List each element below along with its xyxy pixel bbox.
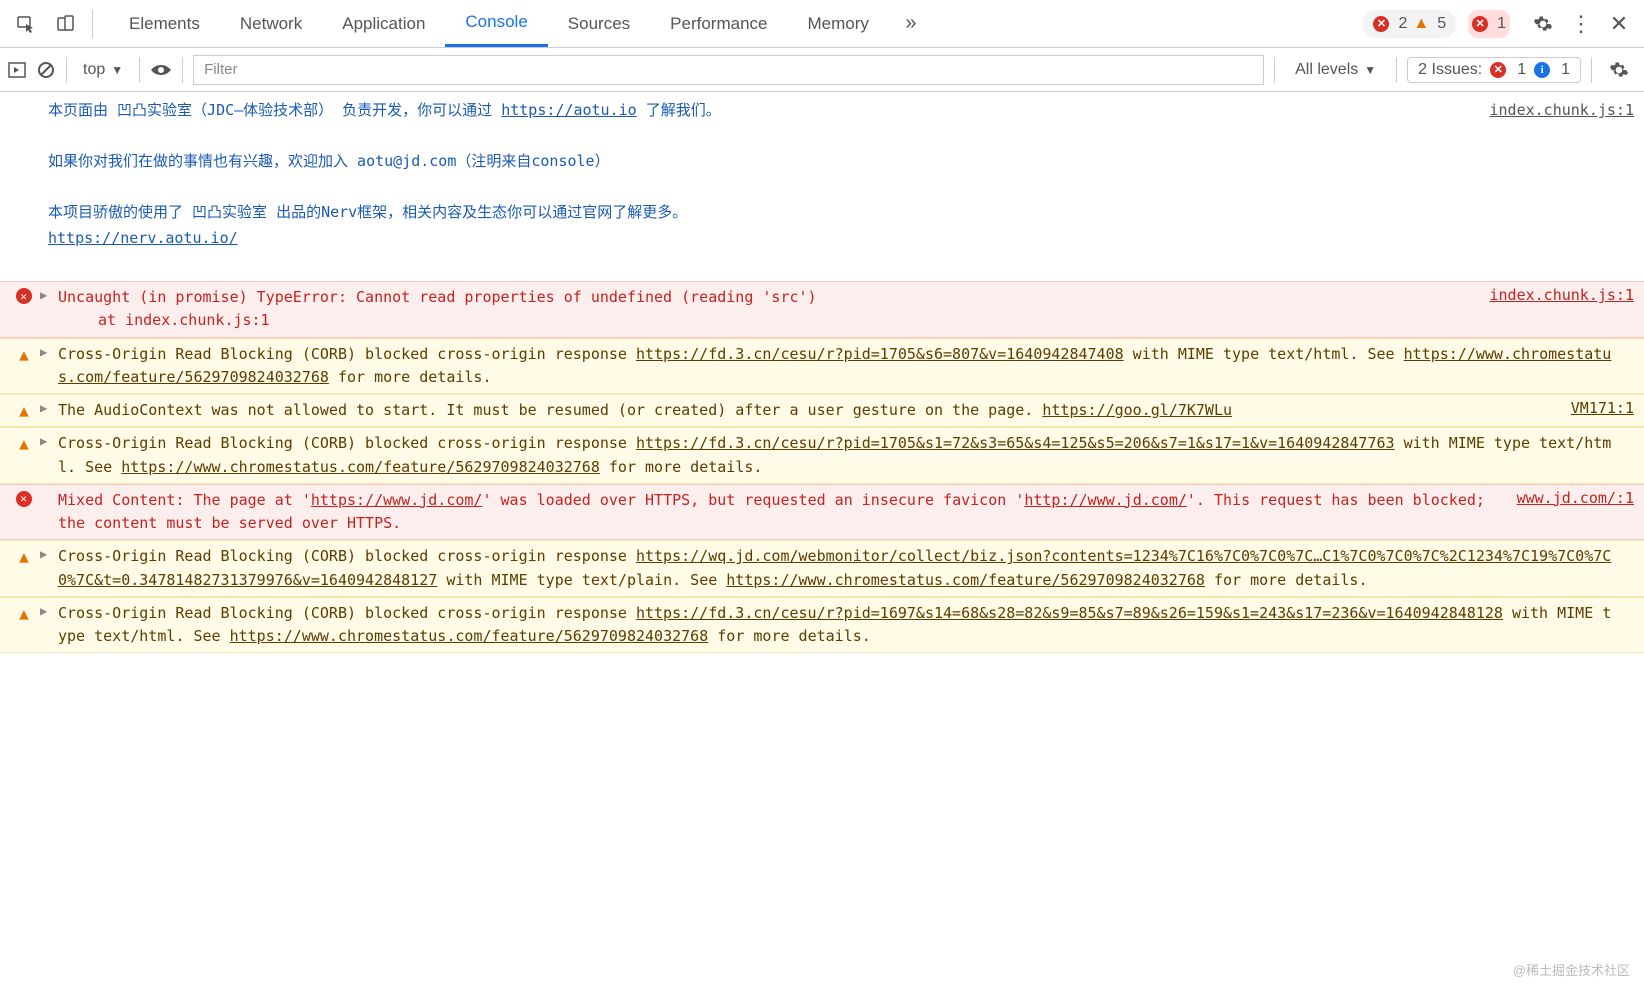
console-message: ✕▶Uncaught (in promise) TypeError: Canno… <box>0 281 1644 338</box>
watermark: @稀土掘金技术社区 <box>1513 960 1630 979</box>
warning-count: 5 <box>1437 15 1446 33</box>
message-source[interactable]: index.chunk.js:1 <box>1490 286 1635 304</box>
console-output: index.chunk.js:1 本页面由 凹凸实验室（JDC–体验技术部） 负… <box>0 92 1644 653</box>
error-icon: ✕ <box>1472 16 1488 32</box>
link[interactable]: https://www.chromestatus.com/feature/562… <box>121 458 600 476</box>
link[interactable]: https://www.chromestatus.com/feature/562… <box>230 627 709 645</box>
context-value: top <box>83 61 105 79</box>
expand-icon[interactable]: ▶ <box>40 432 58 479</box>
expand-icon[interactable]: ▶ <box>40 399 58 422</box>
device-toolbar-icon[interactable] <box>48 6 84 42</box>
log-info: index.chunk.js:1 本页面由 凹凸实验室（JDC–体验技术部） 负… <box>0 92 1644 281</box>
settings-icon[interactable] <box>1526 7 1560 41</box>
filter-input[interactable] <box>193 55 1264 85</box>
link[interactable]: http://www.jd.com/ <box>1024 491 1187 509</box>
more-tabs-icon[interactable]: » <box>893 6 929 42</box>
link[interactable]: https://aotu.io <box>501 101 636 119</box>
tab-memory[interactable]: Memory <box>787 0 888 47</box>
issues-err-count: 1 <box>1517 61 1526 79</box>
error-count: 2 <box>1398 15 1407 33</box>
tab-sources[interactable]: Sources <box>548 0 650 47</box>
tab-performance[interactable]: Performance <box>650 0 787 47</box>
tab-elements[interactable]: Elements <box>109 0 220 47</box>
tab-application[interactable]: Application <box>322 0 445 47</box>
link[interactable]: https://fd.3.cn/cesu/r?pid=1705&s1=72&s3… <box>636 434 1395 452</box>
sidebar-toggle-icon[interactable] <box>8 62 26 78</box>
devtools-topbar: ElementsNetworkApplicationConsoleSources… <box>0 0 1644 48</box>
message-source[interactable]: www.jd.com/:1 <box>1517 489 1634 507</box>
link[interactable]: https://fd.3.cn/cesu/r?pid=1697&s14=68&s… <box>636 604 1503 622</box>
ext-error-count: 1 <box>1497 15 1506 33</box>
info-icon: i <box>1534 62 1550 78</box>
warning-icon: ▲ <box>1413 15 1429 33</box>
close-icon[interactable]: ✕ <box>1602 7 1636 41</box>
message-source[interactable]: VM171:1 <box>1571 399 1634 417</box>
expand-icon[interactable]: ▶ <box>40 286 58 333</box>
link[interactable]: https://goo.gl/7K7WLu <box>1042 401 1232 419</box>
console-message: ▲▶The AudioContext was not allowed to st… <box>0 394 1644 427</box>
panel-tabs: ElementsNetworkApplicationConsoleSources… <box>109 0 889 47</box>
expand-icon[interactable]: ▶ <box>40 545 58 592</box>
error-icon: ✕ <box>1490 62 1506 78</box>
error-icon: ✕ <box>1373 16 1389 32</box>
expand-icon[interactable]: ▶ <box>40 343 58 390</box>
console-message: ▲▶Cross-Origin Read Blocking (CORB) bloc… <box>0 540 1644 597</box>
error-icon: ✕ <box>16 288 32 304</box>
issues-button[interactable]: 2 Issues: ✕ 1 i1 <box>1407 57 1581 83</box>
tab-console[interactable]: Console <box>445 0 547 47</box>
console-message: ✕Mixed Content: The page at 'https://www… <box>0 484 1644 541</box>
link[interactable]: https://www.jd.com/ <box>311 491 483 509</box>
link[interactable]: index.chunk.js:1 <box>125 311 270 329</box>
tab-network[interactable]: Network <box>220 0 322 47</box>
live-expression-icon[interactable] <box>150 62 172 78</box>
expand-icon[interactable] <box>40 489 58 536</box>
clear-console-icon[interactable] <box>36 60 56 80</box>
issues-info-count: 1 <box>1561 61 1570 79</box>
log-level-selector[interactable]: All levels ▼ <box>1285 61 1386 79</box>
console-settings-icon[interactable] <box>1602 53 1636 87</box>
warning-icon: ▲ <box>19 345 29 390</box>
error-warning-badge[interactable]: ✕ 2 ▲ 5 <box>1363 10 1456 38</box>
levels-value: All levels <box>1295 61 1358 79</box>
console-message: ▲▶Cross-Origin Read Blocking (CORB) bloc… <box>0 597 1644 654</box>
link[interactable]: https://fd.3.cn/cesu/r?pid=1705&s6=807&v… <box>636 345 1124 363</box>
console-message: ▲▶Cross-Origin Read Blocking (CORB) bloc… <box>0 338 1644 395</box>
console-toolbar: top ▼ All levels ▼ 2 Issues: ✕ 1 i1 <box>0 48 1644 92</box>
warning-icon: ▲ <box>19 547 29 592</box>
warning-icon: ▲ <box>19 434 29 479</box>
warning-icon: ▲ <box>19 604 29 649</box>
link[interactable]: https://www.chromestatus.com/feature/562… <box>726 571 1205 589</box>
chevron-down-icon: ▼ <box>1364 63 1376 77</box>
message-source[interactable]: index.chunk.js:1 <box>1490 98 1635 124</box>
inspect-element-icon[interactable] <box>8 6 44 42</box>
link[interactable]: https://nerv.aotu.io/ <box>48 229 238 247</box>
warning-icon: ▲ <box>19 401 29 422</box>
context-selector[interactable]: top ▼ <box>77 61 129 79</box>
chevron-down-icon: ▼ <box>111 63 123 77</box>
extension-error-badge[interactable]: ✕1 <box>1468 10 1510 38</box>
kebab-menu-icon[interactable]: ⋮ <box>1564 7 1598 41</box>
issues-label: 2 Issues: <box>1418 61 1482 79</box>
error-icon: ✕ <box>16 491 32 507</box>
expand-icon[interactable]: ▶ <box>40 602 58 649</box>
console-message: ▲▶Cross-Origin Read Blocking (CORB) bloc… <box>0 427 1644 484</box>
